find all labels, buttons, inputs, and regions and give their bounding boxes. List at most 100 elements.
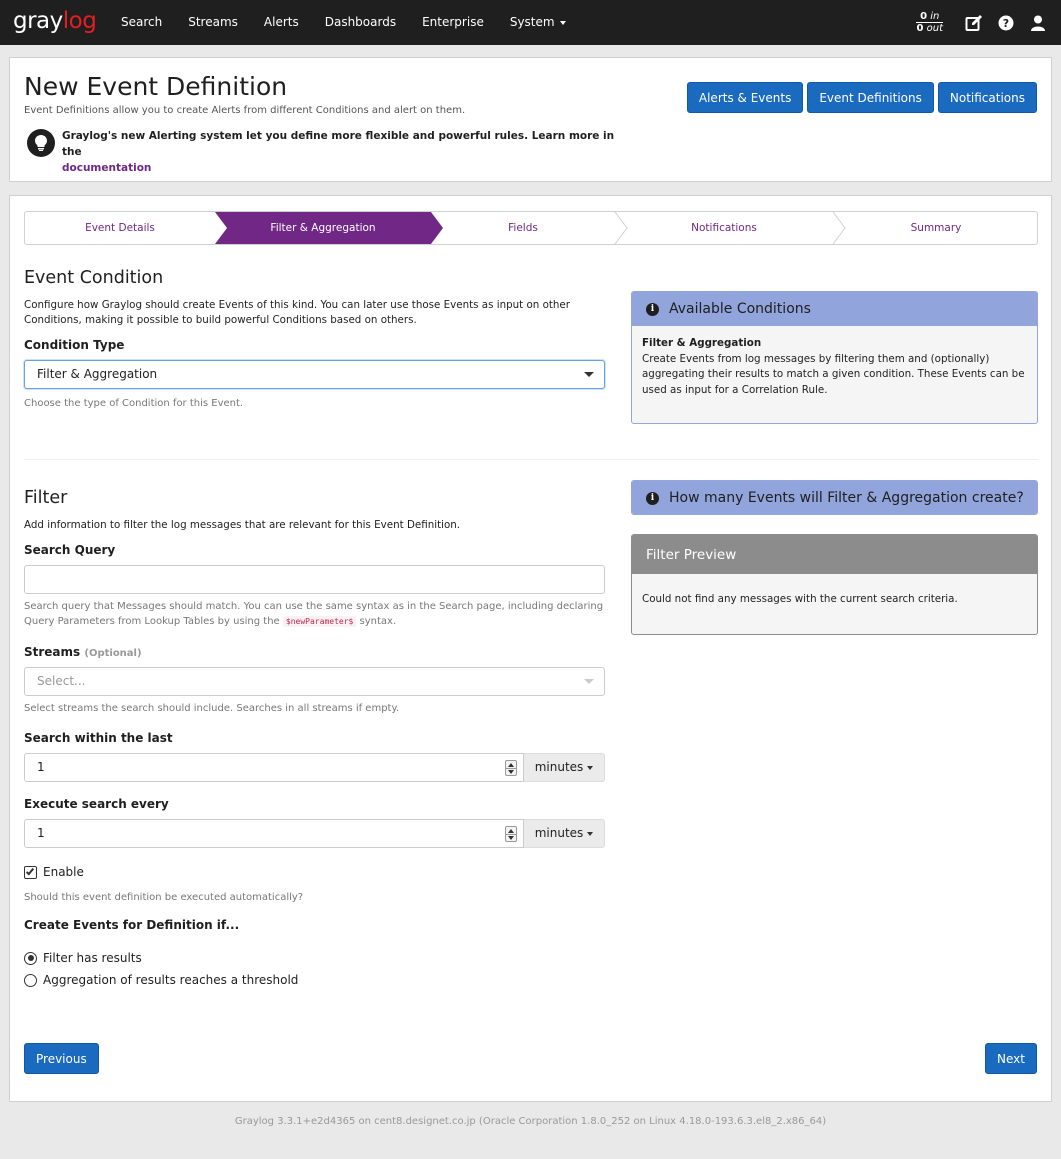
graylog-logo[interactable]: graylog — [13, 8, 97, 34]
nav-search[interactable]: Search — [108, 0, 175, 45]
condition-type-select[interactable]: Filter & Aggregation — [24, 360, 605, 389]
nav-right: 0 in 0 out ? — [916, 0, 1061, 45]
radio-filter-has-results-label: Filter has results — [43, 951, 142, 965]
search-within-unit: minutes — [534, 760, 584, 774]
streams-help: Select streams the search should include… — [24, 703, 400, 714]
header-panel: New Event Definition Event Definitions a… — [9, 57, 1052, 182]
documentation-link[interactable]: documentation — [62, 162, 151, 174]
user-icon[interactable] — [1029, 14, 1047, 32]
execute-every-label: Execute search every — [24, 797, 169, 811]
chevron-down-icon — [584, 372, 594, 377]
throughput-indicator[interactable]: 0 in 0 out — [916, 11, 943, 34]
search-within-group: 1 minutes — [24, 753, 605, 782]
execute-every-input[interactable]: 1 — [24, 819, 524, 848]
main-panel: Event Details Filter & Aggregation Field… — [9, 195, 1052, 1102]
event-definitions-button[interactable]: Event Definitions — [807, 82, 934, 113]
wizard-steps: Event Details Filter & Aggregation Field… — [24, 211, 1038, 245]
info-icon: i — [646, 302, 659, 316]
throughput-in-value: 0 — [920, 11, 928, 22]
parameter-syntax-code: $newParameter$ — [282, 616, 357, 627]
streams-select[interactable]: Select... — [24, 667, 605, 696]
chevron-down-icon — [584, 679, 594, 684]
condition-type-label: Condition Type — [24, 338, 125, 352]
nav-links: Search Streams Alerts Dashboards Enterpr… — [108, 0, 579, 45]
enable-checkbox-row[interactable]: Enable — [24, 865, 84, 879]
streams-label-text: Streams — [24, 645, 81, 659]
condition-type-value: Filter & Aggregation — [37, 367, 158, 381]
search-query-label: Search Query — [24, 543, 116, 557]
chevron-down-icon — [559, 20, 566, 25]
notifications-button[interactable]: Notifications — [937, 82, 1037, 113]
available-conditions-panel: i Available Conditions Filter & Aggregat… — [631, 291, 1038, 424]
radio-button-selected[interactable] — [24, 951, 37, 965]
available-conditions-header[interactable]: i Available Conditions — [632, 292, 1037, 326]
execute-every-group: 1 minutes — [24, 819, 605, 848]
filter-preview-body: Could not find any messages with the cur… — [642, 593, 958, 605]
nav-system-label: System — [509, 15, 555, 29]
streams-placeholder: Select... — [37, 674, 86, 688]
page-description: Event Definitions allow you to create Al… — [24, 105, 466, 116]
info-icon: i — [646, 491, 659, 505]
previous-button[interactable]: Previous — [24, 1043, 99, 1074]
search-within-label: Search within the last — [24, 731, 173, 745]
nav-enterprise[interactable]: Enterprise — [409, 0, 497, 45]
top-navbar: graylog Search Streams Alerts Dashboards… — [0, 0, 1061, 45]
help-icon[interactable]: ? — [997, 14, 1015, 32]
nav-alerts[interactable]: Alerts — [251, 0, 312, 45]
lightbulb-icon — [27, 129, 55, 157]
throughput-in-label: in — [930, 11, 940, 22]
available-condition-item-title: Filter & Aggregation — [642, 337, 762, 349]
execute-every-value: 1 — [37, 826, 45, 840]
available-conditions-title: Available Conditions — [669, 301, 811, 317]
radio-aggregation-threshold-label: Aggregation of results reaches a thresho… — [43, 973, 299, 987]
wizard-chevrons — [215, 212, 846, 244]
header-buttons: Alerts & Events Event Definitions Notifi… — [686, 82, 1037, 113]
condition-type-help: Choose the type of Condition for this Ev… — [24, 398, 244, 409]
filter-preview-panel: Filter Preview Could not find any messag… — [631, 534, 1038, 635]
filter-heading: Filter — [24, 488, 68, 508]
streams-label: Streams (Optional) — [24, 645, 142, 659]
number-spinner-icon[interactable] — [505, 826, 517, 842]
search-within-unit-dropdown[interactable]: minutes — [524, 753, 605, 782]
checkmark-icon — [25, 866, 35, 875]
throughput-out-label: out — [926, 23, 943, 34]
svg-text:?: ? — [1003, 17, 1009, 30]
alerting-info-text: Graylog's new Alerting system let you de… — [62, 128, 622, 176]
nav-dashboards[interactable]: Dashboards — [312, 0, 409, 45]
logo-text-gray: gray — [13, 8, 63, 34]
search-query-input[interactable] — [24, 565, 605, 594]
info-text-body: Graylog's new Alerting system let you de… — [62, 130, 615, 158]
section-divider — [24, 459, 1038, 460]
execute-every-unit: minutes — [534, 826, 584, 840]
how-many-events-panel: i How many Events will Filter & Aggregat… — [631, 480, 1038, 515]
nav-system[interactable]: System — [497, 0, 579, 45]
search-query-help: Search query that Messages should match.… — [24, 599, 609, 629]
chevron-down-icon — [587, 831, 594, 836]
execute-every-unit-dropdown[interactable]: minutes — [524, 819, 605, 848]
next-button[interactable]: Next — [985, 1043, 1037, 1074]
how-many-events-header[interactable]: i How many Events will Filter & Aggregat… — [632, 481, 1037, 514]
footer-version: Graylog 3.3.1+e2d4365 on cent8.designet.… — [234, 1116, 827, 1127]
chevron-down-icon — [587, 765, 594, 770]
event-condition-help: Configure how Graylog should create Even… — [24, 299, 571, 326]
enable-label: Enable — [43, 865, 84, 879]
available-condition-item-text: Create Events from log messages by filte… — [642, 352, 1025, 396]
edit-icon[interactable] — [965, 14, 983, 32]
radio-button[interactable] — [24, 973, 37, 987]
search-within-input[interactable]: 1 — [24, 753, 524, 782]
radio-filter-has-results[interactable]: Filter has results — [24, 951, 142, 965]
number-spinner-icon[interactable] — [505, 760, 517, 776]
filter-help: Add information to filter the log messag… — [24, 519, 461, 531]
how-many-events-title: How many Events will Filter & Aggregatio… — [669, 490, 1024, 506]
enable-checkbox[interactable] — [24, 865, 37, 879]
filter-preview-header: Filter Preview — [632, 535, 1037, 574]
alerts-events-button[interactable]: Alerts & Events — [686, 82, 804, 113]
event-condition-heading: Event Condition — [24, 268, 164, 288]
radio-aggregation-threshold[interactable]: Aggregation of results reaches a thresho… — [24, 973, 298, 987]
search-query-help-suffix: syntax. — [359, 616, 397, 627]
create-events-label: Create Events for Definition if... — [24, 918, 240, 932]
throughput-out-value: 0 — [916, 23, 924, 34]
nav-streams[interactable]: Streams — [175, 0, 251, 45]
streams-optional-tag: (Optional) — [84, 648, 142, 659]
page-title: New Event Definition — [24, 72, 288, 101]
